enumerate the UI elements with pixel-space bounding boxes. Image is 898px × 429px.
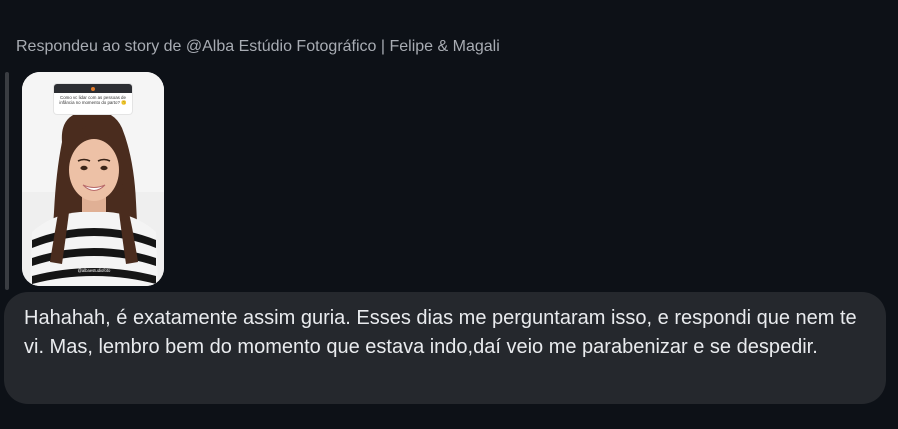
story-question-card: Como vc lidar com as pessoas de infância… (54, 84, 132, 114)
message-text: Hahahah, é exatamente assim guria. Esses… (24, 307, 857, 358)
story-card-text: Como vc lidar com as pessoas de infância… (59, 95, 127, 105)
story-card-dot (91, 87, 95, 91)
message-bubble[interactable]: Hahahah, é exatamente assim guria. Esses… (4, 292, 886, 404)
reply-header: Respondeu ao story de @Alba Estúdio Foto… (16, 38, 500, 55)
story-caption: @albaestudiofoto (77, 268, 111, 273)
reply-indicator-bar (5, 72, 9, 290)
story-thumbnail[interactable]: Como vc lidar com as pessoas de infância… (22, 72, 164, 286)
